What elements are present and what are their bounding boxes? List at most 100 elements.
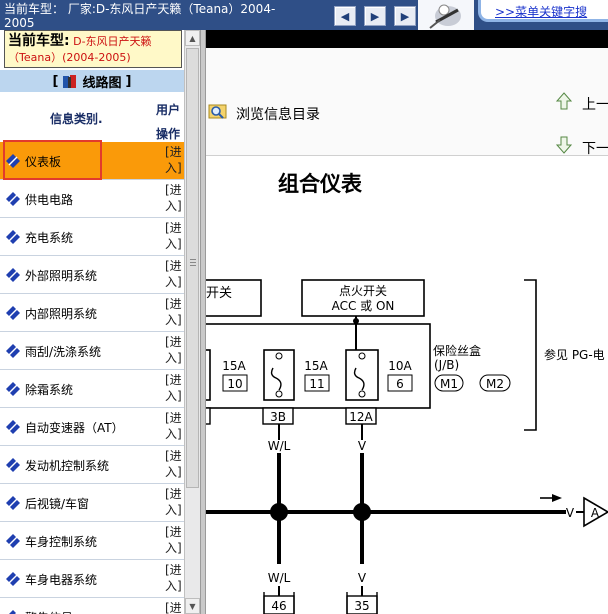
enter-link[interactable]: [进入] xyxy=(165,524,184,556)
keyword-search-box: >>菜单关键字搜 xyxy=(478,0,608,22)
sidebar-item-label[interactable]: 供电电路 xyxy=(25,191,73,208)
column-user-ops-header: 用户操作 xyxy=(155,103,180,141)
heading-label: 线路图 xyxy=(82,75,122,91)
enter-link[interactable]: [进入] xyxy=(165,220,184,252)
sidebar-item[interactable]: 自动变速器（AT） [进入] xyxy=(0,408,184,446)
diamond-pencil-icon xyxy=(6,306,20,320)
enter-link[interactable]: [进入] xyxy=(165,410,184,442)
diamond-pencil-icon xyxy=(9,610,18,614)
sidebar-item-label[interactable]: 发动机控制系统 xyxy=(25,457,109,474)
wire-wl-lower-label: W/L xyxy=(268,571,291,585)
sidebar-item[interactable]: 充电系统 [进入] xyxy=(0,218,184,256)
enter-link[interactable]: [进入] xyxy=(165,182,184,214)
sidebar-item[interactable]: 除霜系统 [进入] xyxy=(0,370,184,408)
scroll-thumb[interactable] xyxy=(186,48,199,488)
wiring-diagram: 开关 点火开关 ACC 或 ON 15A 10 15A 11 10A 6 保险丝… xyxy=(206,279,608,614)
diamond-pencil-icon xyxy=(6,382,20,396)
enter-link[interactable]: [进入] xyxy=(165,448,184,480)
sidebar-item-label[interactable]: 车身电器系统 xyxy=(25,571,97,588)
fuse-6-number: 6 xyxy=(396,377,404,391)
enter-link[interactable]: [进入] xyxy=(165,258,184,290)
connector-m2-label: M2 xyxy=(486,377,504,391)
terminal-12a-label: 12A xyxy=(349,410,373,424)
mascot-logo xyxy=(418,0,474,30)
sidebar-item[interactable]: 警告信号 [进入] xyxy=(0,598,184,614)
enter-link[interactable]: [进入] xyxy=(165,334,184,366)
terminal-46-label: 46 xyxy=(271,599,286,613)
reference-label: 参见 PG-电 xyxy=(544,347,605,362)
enter-link[interactable]: [进入] xyxy=(165,372,184,404)
enter-link[interactable]: [进入] xyxy=(165,296,184,328)
connector-m1-label: M1 xyxy=(440,377,458,391)
sidebar-item[interactable]: 内部照明系统 [进入] xyxy=(0,294,184,332)
sidebar-item-label[interactable]: 雨刮/洗涤系统 xyxy=(25,343,101,360)
sidebar-item-label[interactable]: 除霜系统 xyxy=(25,381,73,398)
content-panel: 浏览信息目录 上一 下一 组合仪表 开关 点火开关 ACC 或 ON 15A 1… xyxy=(206,30,608,614)
fuse-10-rating: 15A xyxy=(222,359,246,373)
sidebar-item[interactable]: 车身电器系统 [进入] xyxy=(0,560,184,598)
book-icon xyxy=(63,74,77,88)
sidebar-item[interactable]: 仪表板 [进入] xyxy=(0,142,184,180)
diamond-pencil-icon xyxy=(6,458,20,472)
terminal-3b-label: 3B xyxy=(270,410,286,424)
wire-v-arrow-label: V xyxy=(566,506,575,520)
fuse-10-number: 10 xyxy=(227,377,242,391)
left-panel-scrollbar[interactable]: ▲ ▼ xyxy=(184,30,200,614)
sidebar-item-label[interactable]: 后视镜/车窗 xyxy=(25,495,89,512)
column-header: 信息类别. 用户操作 xyxy=(0,92,184,144)
sidebar-item-label[interactable]: 自动变速器（AT） xyxy=(25,419,124,436)
enter-link[interactable]: [进入] xyxy=(165,486,184,518)
enter-link[interactable]: [进入] xyxy=(165,562,184,594)
sidebar-item[interactable]: 供电电路 [进入] xyxy=(0,180,184,218)
diamond-pencil-icon xyxy=(6,268,20,282)
sidebar-item-label[interactable]: 内部照明系统 xyxy=(25,305,97,322)
diamond-pencil-icon xyxy=(6,192,20,206)
sidebar-item-label[interactable]: 充电系统 xyxy=(25,229,73,246)
car-label: 当前车型: xyxy=(8,33,70,49)
fuse-box-code: (J/B) xyxy=(434,358,459,372)
sidebar-item[interactable]: 车身控制系统 [进入] xyxy=(0,522,184,560)
wire-v-lower-label: V xyxy=(358,571,367,585)
enter-link[interactable]: [进入] xyxy=(165,144,184,176)
top-bar: 当前车型： 厂家:D-东风日产天籁（Teana）2004-2005 ◀ ▶ ▶ … xyxy=(0,0,608,30)
diamond-pencil-icon xyxy=(6,534,20,548)
heading-bracket-open: [ xyxy=(52,73,59,89)
current-model-title: 当前车型： 厂家:D-东风日产天籁（Teana）2004-2005 xyxy=(4,2,276,30)
scroll-down-arrow-icon[interactable]: ▼ xyxy=(185,598,200,614)
sidebar-item-label[interactable]: 外部照明系统 xyxy=(25,267,97,284)
diamond-pencil-icon xyxy=(6,230,20,244)
wire-wl-label: W/L xyxy=(268,439,291,453)
left-switch-label: 开关 xyxy=(206,286,232,301)
nav-back-button[interactable]: ◀ xyxy=(334,6,356,26)
enter-link[interactable]: [进入] xyxy=(165,600,184,614)
diamond-pencil-icon xyxy=(6,344,20,358)
diamond-pencil-icon xyxy=(6,154,20,168)
heading-bracket-close: ] xyxy=(125,73,132,89)
diamond-pencil-icon xyxy=(6,496,20,510)
nav-last-button[interactable]: ▶ xyxy=(394,6,416,26)
wiring-diagram-heading: [ 线路图 ] xyxy=(0,70,184,92)
ignition-switch-label: 点火开关 xyxy=(339,284,387,298)
connector-a-label: A xyxy=(591,506,600,520)
sidebar-item[interactable]: 发动机控制系统 [进入] xyxy=(0,446,184,484)
diamond-pencil-icon xyxy=(6,420,20,434)
sidebar-item-label[interactable]: 警告信号 xyxy=(25,609,73,614)
sidebar-item[interactable]: 外部照明系统 [进入] xyxy=(0,256,184,294)
sidebar-item[interactable]: 雨刮/洗涤系统 [进入] xyxy=(0,332,184,370)
column-category-header: 信息类别. xyxy=(50,112,103,126)
fuse-6-rating: 10A xyxy=(388,359,412,373)
wire-v-label: V xyxy=(358,439,367,453)
ignition-mode-label: ACC 或 ON xyxy=(332,299,395,313)
current-car-box: 当前车型: D-东风日产天籁（Teana）(2004-2005) xyxy=(4,30,182,68)
diamond-pencil-icon xyxy=(6,572,20,586)
sidebar-item-label[interactable]: 仪表板 xyxy=(25,153,61,170)
fuse-box-label: 保险丝盒 xyxy=(433,343,481,358)
sidebar-item[interactable]: 后视镜/车窗 [进入] xyxy=(0,484,184,522)
left-panel: 当前车型: D-东风日产天籁（Teana）(2004-2005) [ 线路图 ]… xyxy=(0,30,184,614)
sidebar-item-label[interactable]: 车身控制系统 xyxy=(25,533,97,550)
fuse-11-rating: 15A xyxy=(304,359,328,373)
keyword-search-link[interactable]: >>菜单关键字搜 xyxy=(495,3,587,20)
scroll-up-arrow-icon[interactable]: ▲ xyxy=(185,30,200,46)
nav-forward-button[interactable]: ▶ xyxy=(364,6,386,26)
terminal-35-label: 35 xyxy=(354,599,369,613)
